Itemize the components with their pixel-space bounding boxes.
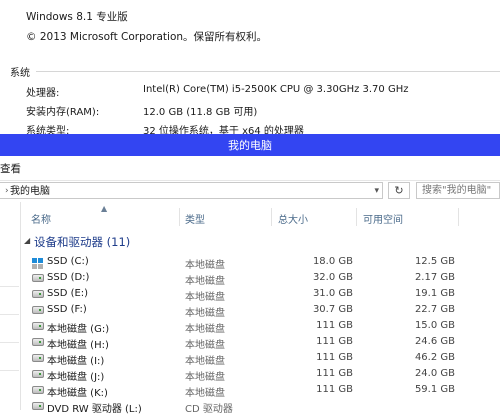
drive-type: 本地磁盘 xyxy=(185,356,225,367)
window-title-bar[interactable]: 我的电脑 xyxy=(0,134,500,156)
window-title: 我的电脑 xyxy=(228,139,272,152)
system-info-panel: Windows 8.1 专业版 © 2013 Microsoft Corpora… xyxy=(0,0,500,137)
column-total-size[interactable]: 总大小 xyxy=(278,211,308,226)
drive-total-size: 18.0 GB xyxy=(312,256,353,267)
drive-total-size: 111 GB xyxy=(316,320,353,331)
list-item[interactable]: 本地磁盘 (I:) 本地磁盘 111 GB 46.2 GB xyxy=(21,350,500,367)
drive-name: 本地磁盘 (I:) xyxy=(47,356,105,367)
column-type[interactable]: 类型 xyxy=(185,211,205,226)
hard-drive-icon xyxy=(32,354,44,362)
hard-drive-icon xyxy=(32,338,44,346)
nav-divider xyxy=(0,314,19,315)
list-item[interactable]: SSD (D:) 本地磁盘 32.0 GB 2.17 GB xyxy=(21,270,500,287)
nav-divider xyxy=(0,370,19,371)
drive-total-size: 30.7 GB xyxy=(312,304,353,315)
column-divider[interactable] xyxy=(179,208,180,226)
drive-free-space: 24.6 GB xyxy=(414,336,455,347)
column-divider[interactable] xyxy=(356,208,357,226)
drive-type: 本地磁盘 xyxy=(185,324,225,335)
drive-total-size: 31.0 GB xyxy=(312,288,353,299)
column-divider[interactable] xyxy=(458,208,459,226)
list-item[interactable]: 本地磁盘 (G:) 本地磁盘 111 GB 15.0 GB xyxy=(21,318,500,335)
refresh-button[interactable]: ↻ xyxy=(388,182,410,199)
windows-drive-icon xyxy=(32,258,44,269)
address-row: › 我的电脑 ▾ ↻ 搜索"我的电脑" xyxy=(0,180,500,202)
drive-free-space: 2.17 GB xyxy=(414,272,455,283)
group-label: 设备和驱动器 (11) xyxy=(34,235,131,249)
drive-name: SSD (D:) xyxy=(47,272,90,283)
hard-drive-icon xyxy=(32,386,44,394)
drive-list: SSD (C:) 本地磁盘 18.0 GB 12.5 GB SSD (D:) 本… xyxy=(21,254,500,415)
optical-drive-icon xyxy=(32,402,44,410)
nav-divider xyxy=(0,286,19,287)
drive-type: 本地磁盘 xyxy=(185,340,225,351)
drive-total-size: 111 GB xyxy=(316,368,353,379)
address-text: 我的电脑 xyxy=(10,186,50,197)
list-item[interactable]: 本地磁盘 (K:) 本地磁盘 111 GB 59.1 GB xyxy=(21,382,500,399)
drive-name: 本地磁盘 (G:) xyxy=(47,324,110,335)
drive-free-space: 15.0 GB xyxy=(414,320,455,331)
drive-type: 本地磁盘 xyxy=(185,276,225,287)
navigation-pane[interactable] xyxy=(0,202,21,410)
drive-name: 本地磁盘 (J:) xyxy=(47,372,105,383)
drive-total-size: 111 GB xyxy=(316,336,353,347)
system-section-title: 系统 xyxy=(10,68,30,79)
drive-name: SSD (C:) xyxy=(47,256,89,267)
column-name[interactable]: 名称 xyxy=(31,211,51,226)
hard-drive-icon xyxy=(32,274,44,282)
refresh-icon: ↻ xyxy=(394,184,404,197)
list-item[interactable]: SSD (F:) 本地磁盘 30.7 GB 22.7 GB xyxy=(21,302,500,319)
copyright-text: © 2013 Microsoft Corporation。保留所有权利。 xyxy=(26,31,268,43)
column-free-space[interactable]: 可用空间 xyxy=(363,211,403,226)
hard-drive-icon xyxy=(32,290,44,298)
column-header: ▲ 名称 类型 总大小 可用空间 xyxy=(21,204,500,228)
list-item[interactable]: 本地磁盘 (H:) 本地磁盘 111 GB 24.6 GB xyxy=(21,334,500,351)
list-item[interactable]: 本地磁盘 (J:) 本地磁盘 111 GB 24.0 GB xyxy=(21,366,500,383)
drive-free-space: 46.2 GB xyxy=(414,352,455,363)
drive-free-space: 22.7 GB xyxy=(414,304,455,315)
drive-free-space: 12.5 GB xyxy=(414,256,455,267)
breadcrumb-arrow-icon[interactable]: › xyxy=(5,183,9,200)
list-item[interactable]: SSD (E:) 本地磁盘 31.0 GB 19.1 GB xyxy=(21,286,500,303)
menu-bar: 查看 xyxy=(0,156,500,181)
hard-drive-icon xyxy=(32,322,44,330)
drive-type: 本地磁盘 xyxy=(185,260,225,271)
drive-type: 本地磁盘 xyxy=(185,292,225,303)
drive-free-space: 19.1 GB xyxy=(414,288,455,299)
drive-total-size: 111 GB xyxy=(316,352,353,363)
list-item[interactable]: DVD RW 驱动器 (L:) CD 驱动器 xyxy=(21,398,500,415)
search-placeholder: 搜索"我的电脑" xyxy=(422,185,492,196)
drive-name: SSD (E:) xyxy=(47,288,89,299)
hard-drive-icon xyxy=(32,370,44,378)
drive-name: 本地磁盘 (K:) xyxy=(47,388,108,399)
section-divider xyxy=(36,71,500,72)
ram-label: 安装内存(RAM): xyxy=(26,107,100,118)
drive-free-space: 24.0 GB xyxy=(414,368,455,379)
processor-value: Intel(R) Core(TM) i5-2500K CPU @ 3.30GHz… xyxy=(143,84,409,95)
drive-name: DVD RW 驱动器 (L:) xyxy=(47,404,142,415)
menu-view[interactable]: 查看 xyxy=(0,161,21,176)
drive-type: CD 驱动器 xyxy=(185,404,233,415)
chevron-down-icon[interactable]: ▾ xyxy=(374,183,379,200)
column-divider[interactable] xyxy=(271,208,272,226)
hard-drive-icon xyxy=(32,306,44,314)
drive-total-size: 32.0 GB xyxy=(312,272,353,283)
drive-total-size: 111 GB xyxy=(316,384,353,395)
drive-free-space: 59.1 GB xyxy=(414,384,455,395)
drive-name: SSD (F:) xyxy=(47,304,87,315)
drive-type: 本地磁盘 xyxy=(185,308,225,319)
processor-label: 处理器: xyxy=(26,88,60,99)
sort-ascending-icon: ▲ xyxy=(101,204,108,213)
drive-name: 本地磁盘 (H:) xyxy=(47,340,109,351)
ram-value: 12.0 GB (11.8 GB 可用) xyxy=(143,107,258,118)
nav-divider xyxy=(0,342,19,343)
list-item[interactable]: SSD (C:) 本地磁盘 18.0 GB 12.5 GB xyxy=(21,254,500,271)
windows-edition: Windows 8.1 专业版 xyxy=(26,11,128,23)
drive-type: 本地磁盘 xyxy=(185,388,225,399)
search-input[interactable]: 搜索"我的电脑" xyxy=(416,182,500,199)
drive-type: 本地磁盘 xyxy=(185,372,225,383)
collapse-chevron-icon[interactable]: ◢ xyxy=(24,236,30,245)
address-bar[interactable]: › 我的电脑 ▾ xyxy=(0,182,383,199)
